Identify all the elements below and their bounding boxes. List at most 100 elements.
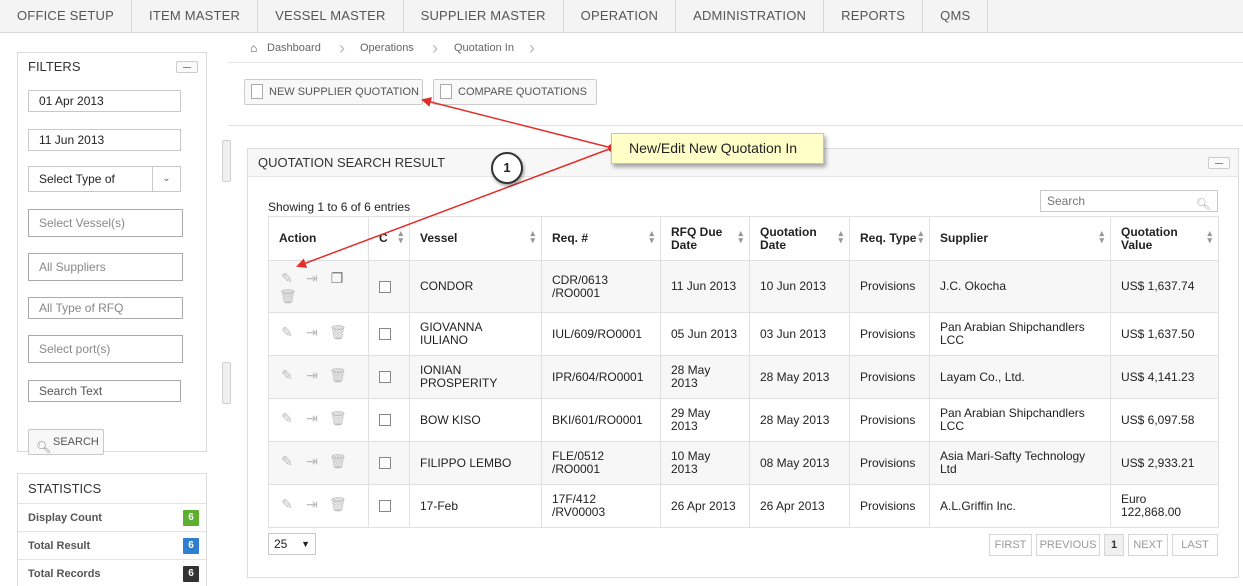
col-rfq-due-date[interactable]: RFQ Due Date ▴ ▾ — [660, 216, 750, 261]
breadcrumb-dashboard[interactable]: Dashboard — [267, 33, 321, 63]
pager-previous[interactable]: PREVIOUS — [1036, 534, 1100, 556]
new-supplier-quotation-button[interactable]: NEW SUPPLIER QUOTATION — [244, 79, 423, 105]
row-checkbox[interactable] — [379, 371, 391, 384]
row-checkbox[interactable] — [379, 414, 391, 427]
edit-icon[interactable]: ✎ — [279, 497, 295, 514]
entries-info: Showing 1 to 6 of 6 entries — [268, 200, 411, 214]
import-icon[interactable]: ⇥ — [304, 454, 320, 471]
pager-page-1[interactable]: 1 — [1104, 534, 1124, 556]
cell-req-type: Provisions — [849, 355, 930, 399]
page-size-value: 25 — [274, 537, 288, 551]
nav-operation[interactable]: OPERATION — [564, 0, 677, 32]
cell-quotation-value: US$ 1,637.50 — [1110, 312, 1219, 356]
row-checkbox[interactable] — [379, 500, 391, 513]
suppliers-field[interactable]: All Suppliers — [28, 253, 183, 281]
pager-next[interactable]: NEXT — [1128, 534, 1168, 556]
cell-vessel: BOW KISO — [409, 398, 542, 442]
vessels-field[interactable]: Select Vessel(s) — [28, 209, 183, 237]
date-from-field[interactable]: 01 Apr 2013 — [28, 90, 181, 112]
delete-icon[interactable]: 🗑︎ — [329, 497, 347, 514]
compare-quotations-label: COMPARE QUOTATIONS — [458, 86, 587, 98]
pager-last[interactable]: LAST — [1172, 534, 1218, 556]
col-check[interactable]: C ▴ ▾ — [368, 216, 410, 261]
copy-icon[interactable]: ❐ — [329, 271, 345, 288]
row-actions: ✎ ⇥ 🗑︎ — [268, 312, 369, 356]
import-icon[interactable]: ⇥ — [304, 271, 320, 288]
stat-label: Display Count — [28, 512, 102, 524]
cell-rfq-due: 26 Apr 2013 — [660, 484, 750, 528]
delete-icon[interactable]: 🗑︎ — [329, 368, 347, 385]
search-text-field[interactable]: Search Text — [28, 380, 181, 402]
cell-supplier: Asia Mari-Safty Technology Ltd — [929, 441, 1111, 485]
cell-req-type: Provisions — [849, 312, 930, 356]
cell-supplier: Pan Arabian Shipchandlers LCC — [929, 312, 1111, 356]
col-quotation-value[interactable]: Quotation Value ▴ ▾ — [1110, 216, 1219, 261]
breadcrumb-operations[interactable]: Operations — [360, 33, 414, 63]
breadcrumb-separator: › — [339, 38, 345, 58]
sidebar-resize-handle[interactable] — [222, 362, 231, 404]
cell-supplier: J.C. Okocha — [929, 260, 1111, 313]
cell-quotation-date: 28 May 2013 — [749, 398, 850, 442]
search-button-label: SEARCH — [53, 436, 99, 448]
nav-supplier-master[interactable]: SUPPLIER MASTER — [404, 0, 564, 32]
date-to-field[interactable]: 11 Jun 2013 — [28, 129, 181, 151]
nav-office-setup[interactable]: OFFICE SETUP — [0, 0, 133, 32]
stat-badge: 6 — [183, 566, 199, 582]
row-checkbox[interactable] — [379, 280, 391, 293]
import-icon[interactable]: ⇥ — [304, 368, 320, 385]
page-size-select[interactable]: 25 ▼ — [268, 533, 316, 555]
top-nav: OFFICE SETUP ITEM MASTER VESSEL MASTER S… — [0, 0, 1243, 33]
edit-icon[interactable]: ✎ — [279, 271, 295, 288]
delete-icon[interactable]: 🗑︎ — [279, 289, 297, 306]
import-icon[interactable]: ⇥ — [304, 497, 320, 514]
cell-req-type: Provisions — [849, 398, 930, 442]
row-checkbox[interactable] — [379, 457, 391, 470]
col-quotation-date[interactable]: Quotation Date ▴ ▾ — [749, 216, 850, 261]
col-req-type[interactable]: Req. Type ▴ ▾ — [849, 216, 930, 261]
sidebar-resize-handle[interactable] — [222, 140, 231, 182]
type-select[interactable]: Select Type of ⌄ — [28, 166, 181, 192]
nav-reports[interactable]: REPORTS — [824, 0, 924, 32]
table-search-input[interactable]: Search 🔍︎ — [1040, 190, 1218, 212]
delete-icon[interactable]: 🗑︎ — [329, 411, 347, 428]
cell-vessel: CONDOR — [409, 260, 542, 313]
col-supplier[interactable]: Supplier ▴ ▾ — [929, 216, 1111, 261]
delete-icon[interactable]: 🗑︎ — [329, 454, 347, 471]
sort-icon: ▴ ▾ — [918, 228, 923, 245]
nav-vessel-master[interactable]: VESSEL MASTER — [258, 0, 404, 32]
nav-administration[interactable]: ADMINISTRATION — [676, 0, 825, 32]
pager-first[interactable]: FIRST — [989, 534, 1032, 556]
cell-req-type: Provisions — [849, 484, 930, 528]
nav-qms[interactable]: QMS — [923, 0, 989, 32]
edit-icon[interactable]: ✎ — [279, 368, 295, 385]
table-row: ✎ ⇥ 🗑︎ GIOVANNA IULIANO IUL/609/RO0001 05 … — [268, 312, 1219, 356]
cell-quotation-date: 10 Jun 2013 — [749, 260, 850, 313]
import-icon[interactable]: ⇥ — [304, 411, 320, 428]
cell-rfq-due: 11 Jun 2013 — [660, 260, 750, 313]
results-collapse-button[interactable] — [1208, 157, 1230, 169]
col-req[interactable]: Req. # ▴ ▾ — [541, 216, 661, 261]
import-icon[interactable]: ⇥ — [304, 325, 320, 342]
compare-quotations-button[interactable]: COMPARE QUOTATIONS — [433, 79, 597, 105]
edit-icon[interactable]: ✎ — [279, 411, 295, 428]
search-button[interactable]: 🔍︎ SEARCH — [28, 429, 104, 455]
cell-quotation-value: US$ 2,933.21 — [1110, 441, 1219, 485]
row-actions: ✎ ⇥ 🗑︎ — [268, 441, 369, 485]
table-row: ✎ ⇥ 🗑︎ 17-Feb 17F/412 /RV00003 26 Apr 2013… — [268, 484, 1219, 528]
chevron-down-icon: ⌄ — [152, 167, 180, 191]
cell-quotation-value: US$ 1,637.74 — [1110, 260, 1219, 313]
filters-collapse-button[interactable] — [176, 61, 198, 73]
annotation-callout: New/Edit New Quotation In — [611, 133, 824, 164]
ports-field[interactable]: Select port(s) — [28, 335, 183, 363]
nav-item-master[interactable]: ITEM MASTER — [132, 0, 259, 32]
col-vessel[interactable]: Vessel ▴ ▾ — [409, 216, 542, 261]
delete-icon[interactable]: 🗑︎ — [329, 325, 347, 342]
edit-icon[interactable]: ✎ — [279, 454, 295, 471]
quotation-table: Action C ▴ ▾ Vessel ▴ ▾ Req. # ▴ ▾ RFQ Due Dat… — [268, 216, 1219, 528]
row-checkbox-cell — [368, 398, 410, 442]
breadcrumb-separator: › — [529, 38, 535, 58]
rfq-type-field[interactable]: All Type of RFQ — [28, 297, 183, 319]
cell-rfq-due: 28 May 2013 — [660, 355, 750, 399]
row-checkbox[interactable] — [379, 328, 391, 341]
edit-icon[interactable]: ✎ — [279, 325, 295, 342]
